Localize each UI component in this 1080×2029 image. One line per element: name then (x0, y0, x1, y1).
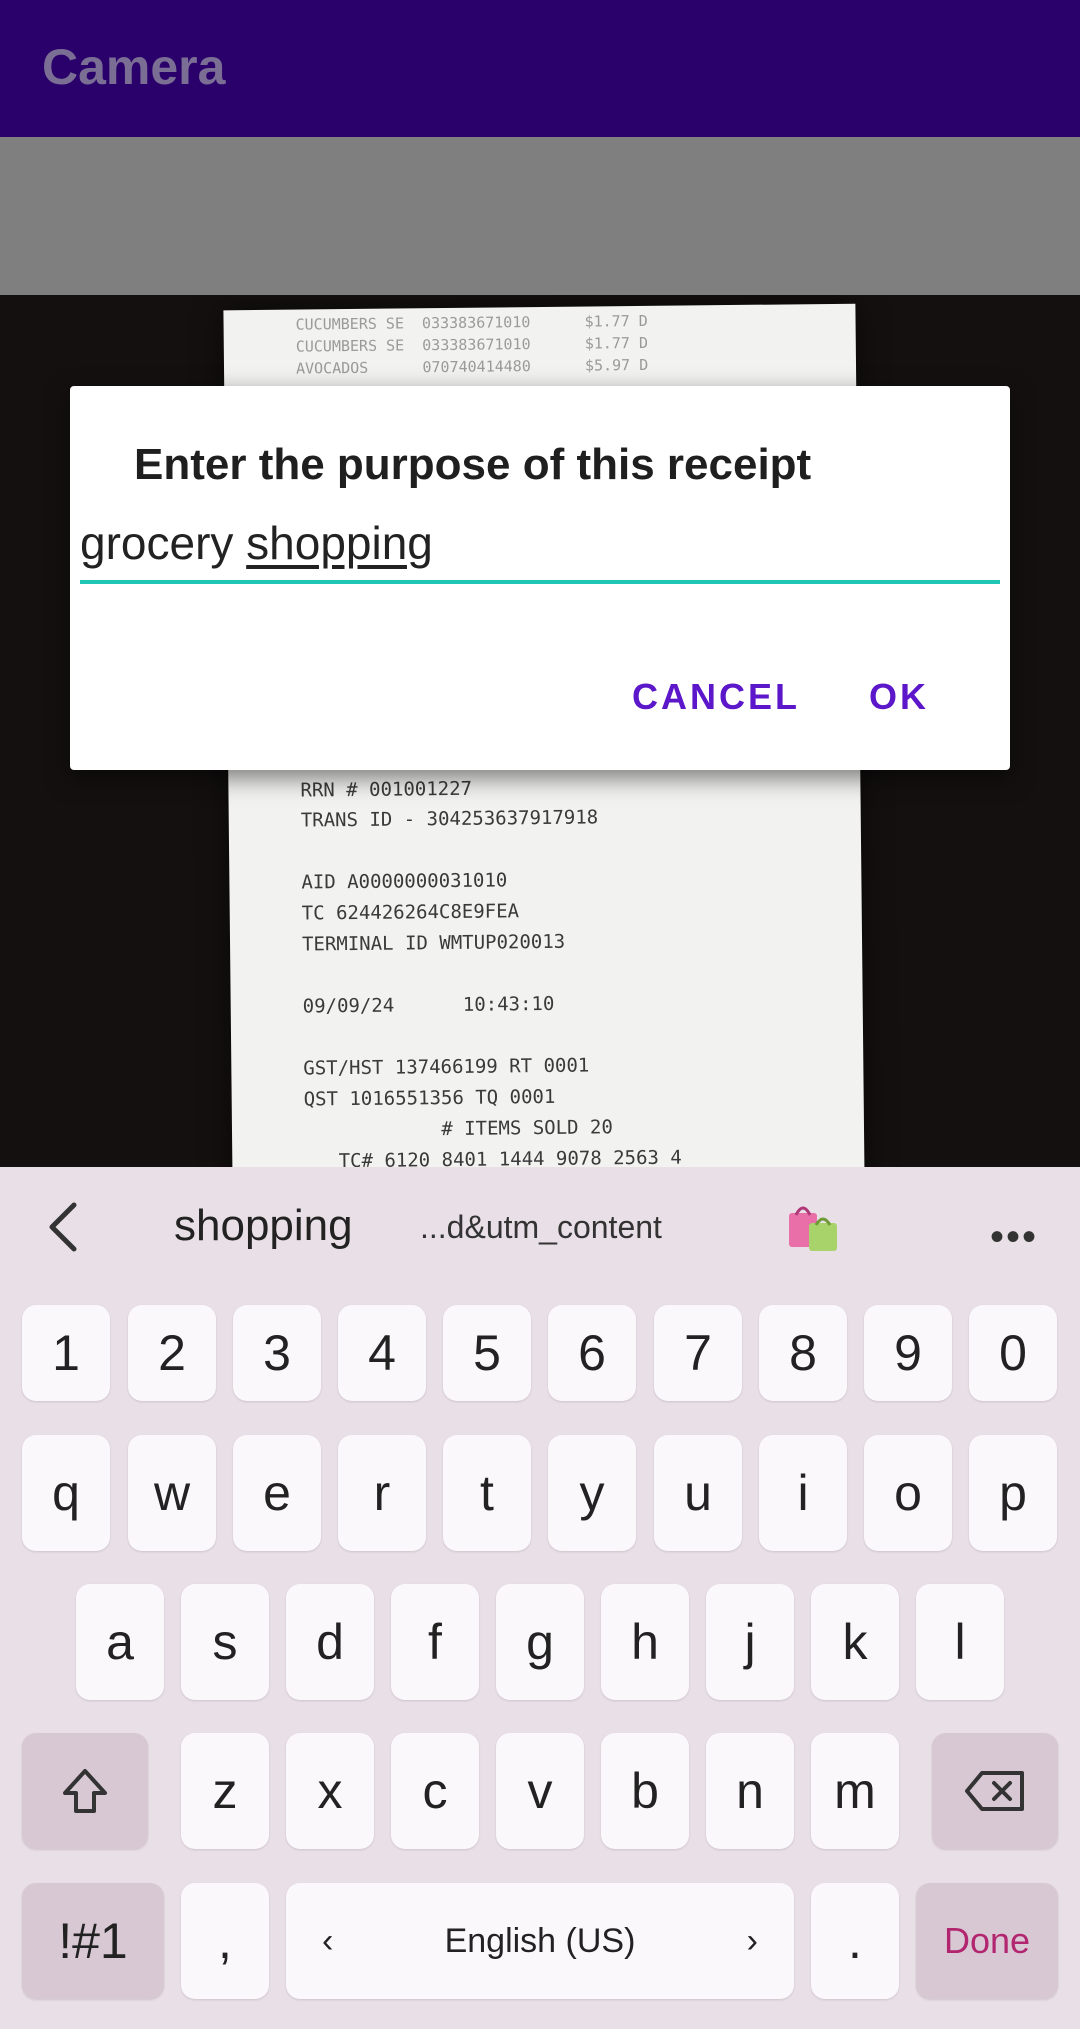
space-bar-label: English (US) (444, 1921, 636, 1960)
key-h[interactable]: h (601, 1584, 689, 1700)
key-s[interactable]: s (181, 1584, 269, 1700)
key-k[interactable]: k (811, 1584, 899, 1700)
app-title: Camera (42, 39, 226, 95)
cancel-button[interactable]: CANCEL (632, 676, 800, 718)
chevron-left-icon[interactable] (44, 1197, 84, 1257)
purpose-input[interactable]: grocery shopping (80, 516, 1000, 584)
key-0[interactable]: 0 (969, 1305, 1057, 1401)
shift-key[interactable] (22, 1733, 148, 1849)
key-2[interactable]: 2 (128, 1305, 216, 1401)
more-options-icon[interactable]: ••• (990, 1215, 1038, 1260)
key-7[interactable]: 7 (654, 1305, 742, 1401)
receipt-line: TC# 6120 8401 1444 9078 2563 4 (304, 1146, 682, 1167)
receipt-line: TRANS ID - 304253637917918 (300, 806, 599, 832)
receipt-line: AVOCADOS 070740414480 $5.97 D (295, 355, 649, 378)
receipt-line: 09/09/24 10:43:10 (302, 992, 555, 1018)
receipt-line: GST/HST 137466199 RT 0001 (303, 1054, 590, 1080)
backspace-key[interactable] (932, 1733, 1058, 1849)
key-l[interactable]: l (916, 1584, 1004, 1700)
key-x[interactable]: x (286, 1733, 374, 1849)
receipt-line: QST 1016551356 TQ 0001 (303, 1085, 556, 1111)
key-3[interactable]: 3 (233, 1305, 321, 1401)
key-8[interactable]: 8 (759, 1305, 847, 1401)
receipt-line: TERMINAL ID WMTUP020013 (301, 930, 566, 956)
shift-arrow-icon (63, 1769, 107, 1813)
toolbar-band (0, 137, 1080, 295)
dialog-title: Enter the purpose of this receipt (134, 440, 812, 489)
backspace-icon (965, 1771, 1024, 1811)
ok-button[interactable]: OK (869, 676, 929, 718)
shopping-bags-icon[interactable] (785, 1199, 841, 1255)
key-z[interactable]: z (181, 1733, 269, 1849)
suggestion-clipboard[interactable]: ...d&utm_content (420, 1209, 662, 1246)
key-c[interactable]: c (391, 1733, 479, 1849)
key-y[interactable]: y (548, 1435, 636, 1551)
key-b[interactable]: b (601, 1733, 689, 1849)
suggestion-word[interactable]: shopping (174, 1201, 353, 1251)
input-word: grocery (80, 517, 234, 569)
key-a[interactable]: a (76, 1584, 164, 1700)
key-m[interactable]: m (811, 1733, 899, 1849)
done-key[interactable]: Done (916, 1883, 1058, 1999)
key-q[interactable]: q (22, 1435, 110, 1551)
key-v[interactable]: v (496, 1733, 584, 1849)
receipt-line: RRN # 001001227 (300, 777, 473, 802)
key-f[interactable]: f (391, 1584, 479, 1700)
comma-key[interactable]: , (181, 1883, 269, 1999)
cursor-right-icon: › (746, 1921, 758, 1960)
key-w[interactable]: w (128, 1435, 216, 1551)
key-i[interactable]: i (759, 1435, 847, 1551)
key-g[interactable]: g (496, 1584, 584, 1700)
key-u[interactable]: u (654, 1435, 742, 1551)
period-key[interactable]: . (811, 1883, 899, 1999)
receipt-line: CUCUMBERS SE 033383671010 $1.77 D (295, 333, 649, 356)
input-word-composing: shopping (246, 517, 433, 569)
key-1[interactable]: 1 (22, 1305, 110, 1401)
key-6[interactable]: 6 (548, 1305, 636, 1401)
key-r[interactable]: r (338, 1435, 426, 1551)
key-9[interactable]: 9 (864, 1305, 952, 1401)
key-e[interactable]: e (233, 1435, 321, 1551)
key-p[interactable]: p (969, 1435, 1057, 1551)
receipt-line: AID A0000000031010 (301, 869, 508, 894)
key-j[interactable]: j (706, 1584, 794, 1700)
suggestion-bar: shopping ...d&utm_content ••• (0, 1167, 1080, 1285)
receipt-line: # ITEMS SOLD 20 (303, 1116, 613, 1142)
space-bar[interactable]: ‹ English (US) › (286, 1883, 794, 1999)
app-bar: Camera (0, 0, 1080, 137)
key-5[interactable]: 5 (443, 1305, 531, 1401)
purpose-input-value: grocery shopping (80, 516, 433, 570)
key-d[interactable]: d (286, 1584, 374, 1700)
key-4[interactable]: 4 (338, 1305, 426, 1401)
receipt-line: CUCUMBERS SE 033383671010 $1.77 D (295, 311, 648, 334)
key-n[interactable]: n (706, 1733, 794, 1849)
key-o[interactable]: o (864, 1435, 952, 1551)
soft-keyboard: shopping ...d&utm_content ••• 1 2 3 4 5 … (0, 1167, 1080, 2029)
key-t[interactable]: t (443, 1435, 531, 1551)
cursor-left-icon: ‹ (322, 1921, 334, 1960)
purpose-dialog: Enter the purpose of this receipt grocer… (70, 386, 1010, 770)
symbols-key[interactable]: !#1 (22, 1883, 164, 1999)
receipt-line: TC 624426264C8E9FEA (301, 900, 520, 925)
